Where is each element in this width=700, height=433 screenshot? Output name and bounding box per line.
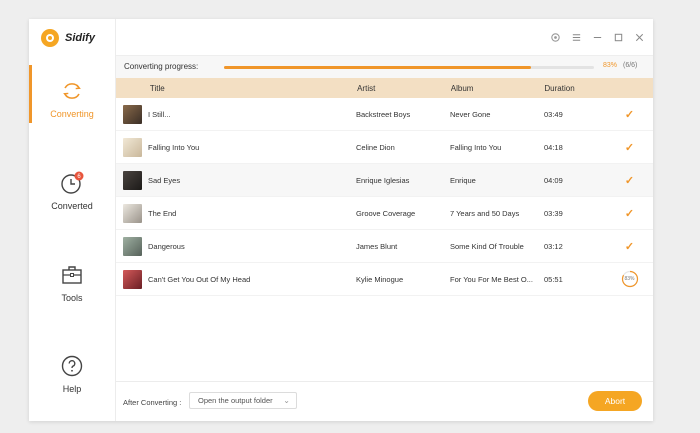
check-icon: ✓ (624, 108, 635, 121)
sidebar-item-converted[interactable]: 6 Converted (29, 171, 115, 211)
track-duration: 03:49 (544, 109, 563, 119)
track-progress-text: 83% (624, 276, 635, 282)
after-converting-select[interactable]: Open the output folder ⌄ (189, 392, 297, 409)
after-converting-label: After Converting : (123, 398, 182, 407)
brand: Sidify (41, 29, 95, 47)
album-art (122, 203, 142, 223)
sidebar-item-help[interactable]: Help (29, 354, 115, 394)
progress-bar (224, 66, 594, 69)
track-album: Enrique (450, 175, 476, 185)
menu-icon[interactable] (570, 31, 582, 43)
sidebar-item-tools[interactable]: Tools (29, 263, 115, 303)
track-title: Can't Get You Out Of My Head (148, 274, 251, 284)
sidebar: Sidify Converting 6 Converted Tools Help (29, 19, 116, 421)
app-name: Sidify (65, 32, 95, 44)
check-icon: ✓ (624, 141, 635, 154)
track-table: Title Artist Album Duration I Still... B… (116, 78, 653, 296)
progress-bar-fill (224, 66, 532, 69)
album-art (122, 170, 142, 190)
album-art (122, 236, 142, 256)
track-artist: Celine Dion (356, 142, 395, 152)
track-duration: 05:51 (544, 274, 563, 284)
progress-percent: 83% (603, 62, 618, 69)
table-row[interactable]: Sad Eyes Enrique Iglesias Enrique 04:09 … (116, 164, 653, 197)
table-row[interactable]: The End Groove Coverage 7 Years and 50 D… (116, 197, 653, 230)
track-title: Dangerous (148, 241, 185, 251)
converting-icon (63, 83, 81, 99)
track-artist: Kylie Minogue (356, 274, 404, 284)
track-album: Never Gone (450, 109, 491, 119)
abort-button[interactable]: Abort (588, 391, 642, 411)
track-album: 7 Years and 50 Days (450, 208, 520, 218)
minimize-icon[interactable] (591, 31, 603, 43)
sidify-logo-icon (41, 29, 59, 47)
sidebar-item-label: Converting (50, 109, 94, 119)
sidebar-item-converting[interactable]: Converting (29, 65, 115, 123)
column-album: Album (450, 83, 474, 93)
track-duration: 04:09 (544, 175, 563, 185)
sidebar-item-label: Tools (61, 293, 83, 303)
column-title: Title (149, 83, 165, 93)
album-art (122, 269, 142, 289)
footer-bar: After Converting : Open the output folde… (116, 381, 653, 421)
toolbox-icon (62, 266, 82, 284)
track-duration: 03:12 (544, 241, 563, 251)
table-row[interactable]: Dangerous James Blunt Some Kind Of Troub… (116, 230, 653, 263)
album-art (122, 137, 142, 157)
progress-count: (6/6) (623, 62, 638, 69)
column-duration: Duration (544, 83, 575, 93)
check-icon: ✓ (624, 240, 635, 253)
check-icon: ✓ (624, 207, 635, 220)
converting-progress: Converting progress: 83% (6/6) (116, 55, 653, 78)
table-row[interactable]: I Still... Backstreet Boys Never Gone 03… (116, 98, 653, 131)
maximize-icon[interactable] (612, 31, 624, 43)
column-artist: Artist (357, 83, 376, 93)
track-duration: 03:39 (544, 208, 563, 218)
table-header: Title Artist Album Duration (116, 78, 653, 98)
question-icon (61, 355, 83, 377)
window-controls (549, 31, 645, 43)
check-icon: ✓ (624, 174, 635, 187)
clock-icon: 6 (61, 171, 84, 194)
track-artist: James Blunt (356, 241, 398, 251)
track-artist: Groove Coverage (356, 208, 416, 218)
track-duration: 04:18 (544, 142, 563, 152)
track-title: Sad Eyes (148, 175, 181, 185)
track-artist: Backstreet Boys (356, 109, 411, 119)
track-title: I Still... (148, 109, 171, 119)
settings-icon[interactable] (549, 31, 561, 43)
track-album: Some Kind Of Trouble (450, 241, 524, 251)
table-row[interactable]: Falling Into You Celine Dion Falling Int… (116, 131, 653, 164)
album-art (122, 104, 142, 124)
track-artist: Enrique Iglesias (356, 175, 410, 185)
track-title: Falling Into You (148, 142, 200, 152)
progress-label: Converting progress: (124, 62, 199, 71)
sidebar-item-label: Converted (51, 201, 93, 211)
track-album: For You For Me Best O... (450, 274, 533, 284)
track-progress-ring: 83% (621, 270, 639, 288)
track-title: The End (148, 208, 177, 218)
main-panel: Converting progress: 83% (6/6) Title Art… (116, 19, 653, 421)
chevron-down-icon: ⌄ (283, 396, 290, 405)
close-icon[interactable] (633, 31, 645, 43)
table-row[interactable]: Can't Get You Out Of My Head Kylie Minog… (116, 263, 653, 296)
after-converting-value: Open the output folder (198, 396, 273, 405)
track-album: Falling Into You (450, 142, 502, 152)
sidebar-item-label: Help (62, 384, 82, 394)
app-window: Sidify Converting 6 Converted Tools Help… (29, 19, 653, 421)
